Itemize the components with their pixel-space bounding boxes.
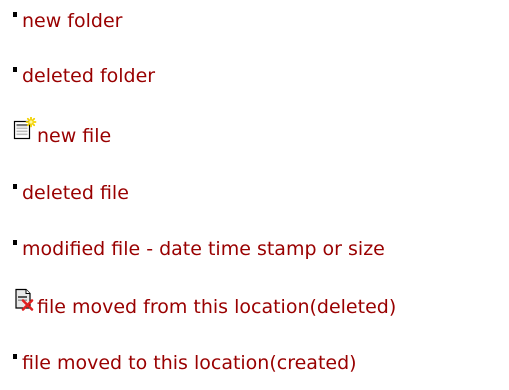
- deleted-folder-link[interactable]: deleted folder: [22, 65, 155, 87]
- bullet-marker: [13, 12, 17, 17]
- file-moved-from-link[interactable]: file moved from this location(deleted): [37, 296, 396, 318]
- bullet-marker: [13, 240, 17, 245]
- bullet-marker: [13, 67, 17, 72]
- bullet-marker: [13, 184, 17, 189]
- legend-item-deleted-folder: deleted folder: [13, 63, 155, 87]
- deleted-file-link[interactable]: deleted file: [22, 182, 129, 204]
- file-moved-from-icon: [13, 288, 35, 311]
- legend-item-file-moved-to: file moved to this location(created): [13, 350, 357, 374]
- new-file-icon: [13, 117, 37, 140]
- new-folder-link[interactable]: new folder: [22, 10, 122, 32]
- legend-item-new-file: new file: [13, 117, 111, 147]
- modified-file-link[interactable]: modified file - date time stamp or size: [22, 238, 385, 260]
- legend-item-modified-file: modified file - date time stamp or size: [13, 236, 385, 260]
- legend-item-file-moved-from: file moved from this location(deleted): [13, 288, 396, 318]
- file-moved-to-link[interactable]: file moved to this location(created): [22, 352, 357, 374]
- legend-item-deleted-file: deleted file: [13, 180, 129, 204]
- legend-item-new-folder: new folder: [13, 8, 122, 32]
- new-file-link[interactable]: new file: [37, 125, 111, 147]
- bullet-marker: [13, 354, 17, 359]
